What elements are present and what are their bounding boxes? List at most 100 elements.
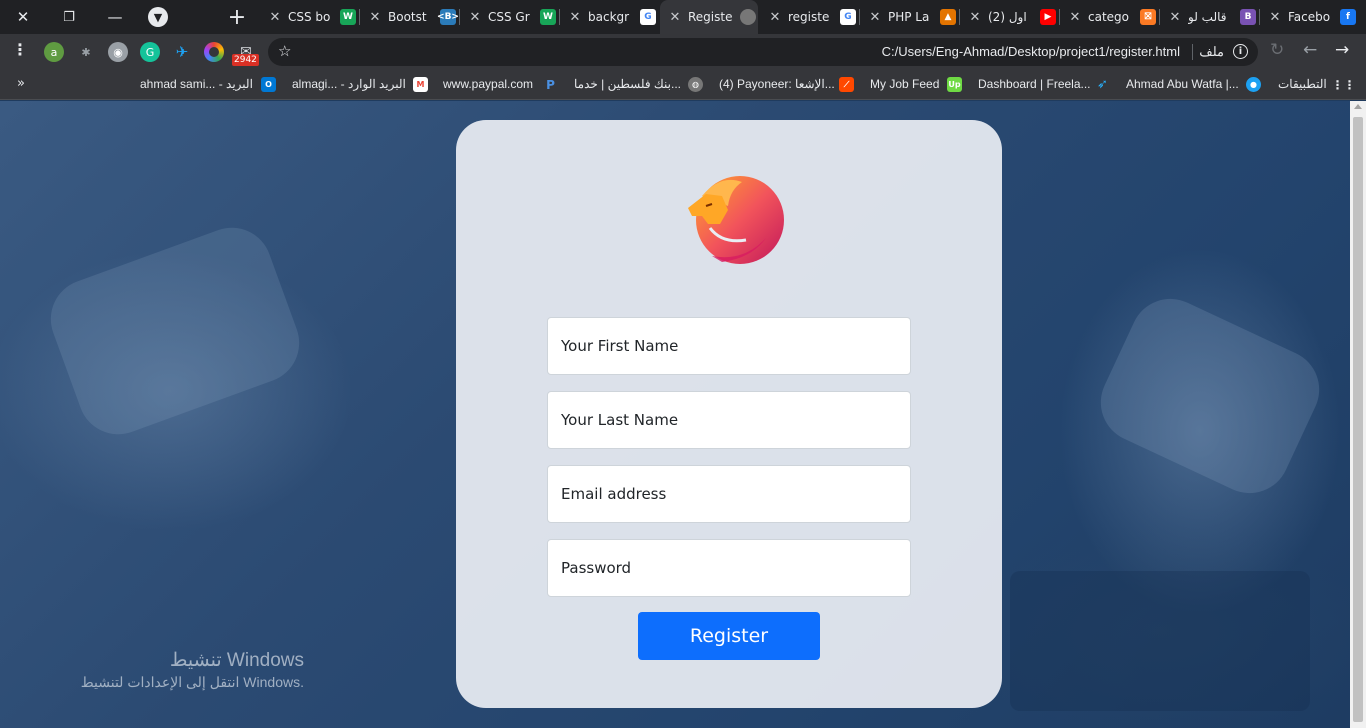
tab-close-icon[interactable]: ✕	[1066, 10, 1084, 25]
browser-toolbar: ⋮ a ✱ ◉ G ✈ ✉ 2942 ☆ C:/Users/Eng-Ahmad/…	[0, 34, 1366, 70]
tab-close-icon[interactable]: ✕	[966, 10, 984, 25]
tab-title: Registe	[688, 10, 732, 24]
tab-separator	[459, 9, 460, 25]
lion-logo-icon	[688, 176, 784, 264]
screenshot-extension-icon[interactable]: ◉	[108, 42, 128, 62]
bookmark-gmail[interactable]: almagi... - البريد الوارد	[292, 77, 406, 91]
first-name-input[interactable]	[547, 317, 911, 375]
password-input[interactable]	[547, 539, 911, 597]
bookmark-freelancer[interactable]: Dashboard | Freela...	[978, 77, 1091, 91]
mail-count-badge: 2942	[232, 54, 259, 66]
tab-close-icon[interactable]: ✕	[1166, 10, 1184, 25]
tab-favicon-icon: B	[1240, 9, 1256, 25]
bookmark-payoneer[interactable]: (4) Payoneer: الإشعا...	[719, 77, 835, 91]
tab-title: PHP La	[888, 10, 930, 24]
circle-site-icon: ●	[1246, 77, 1261, 92]
tab-title: registe	[788, 10, 830, 24]
tab-close-icon[interactable]: ✕	[466, 10, 484, 25]
browser-tab[interactable]: ✕ registe G	[760, 0, 858, 34]
tab-title: (2) اول	[988, 10, 1027, 24]
bookmark-job-feed[interactable]: My Job Feed	[870, 77, 939, 91]
browser-tab[interactable]: ✕ (2) اول ▶	[960, 0, 1058, 34]
tab-close-icon[interactable]: ✕	[866, 10, 884, 25]
new-tab-button[interactable]: +	[224, 4, 250, 30]
window-close-icon[interactable]: ✕	[0, 0, 46, 34]
upwork-icon: Up	[947, 77, 962, 92]
background-tablet-shape	[1010, 571, 1310, 711]
email-input[interactable]	[547, 465, 911, 523]
color-picker-extension-icon[interactable]	[204, 42, 224, 62]
scroll-up-arrow-icon[interactable]	[1354, 104, 1362, 109]
outlook-icon: O	[261, 77, 276, 92]
tab-title: قالب لو	[1188, 10, 1227, 24]
tab-separator	[559, 9, 560, 25]
tab-close-icon[interactable]: ✕	[366, 10, 384, 25]
browser-tab[interactable]: ✕ CSS bo W	[260, 0, 358, 34]
tab-separator	[1059, 9, 1060, 25]
forward-arrow-icon[interactable]: →	[1335, 40, 1349, 60]
tab-favicon-icon: G	[840, 9, 856, 25]
bookmark-profile[interactable]: Ahmad Abu Watfa |...	[1126, 77, 1239, 91]
tab-favicon-icon	[740, 9, 756, 25]
windows-activation-watermark: تنشيط Windows انتقل إلى الإعدادات لتنشيط…	[0, 649, 304, 691]
globe-icon: ◍	[688, 77, 703, 92]
tab-title: CSS Gr	[488, 10, 530, 24]
register-button[interactable]: Register	[638, 612, 820, 660]
bookmark-star-icon[interactable]: ☆	[278, 42, 291, 60]
gmail-icon: M	[413, 77, 428, 92]
tab-close-icon[interactable]: ✕	[266, 10, 284, 25]
tab-close-icon[interactable]: ✕	[766, 10, 784, 25]
bookmark-apps[interactable]: التطبيقات	[1278, 77, 1327, 91]
browser-tab[interactable]: ✕ قالب لو B	[1160, 0, 1258, 34]
register-card: Register	[456, 120, 1002, 708]
bookmarks-bar: » ahmad sami... - البريد O almagi... - ا…	[0, 70, 1366, 100]
reload-icon[interactable]: ↻	[1270, 40, 1284, 60]
browser-tab-strip: ✕ ❐ — ▼ + ✕ CSS bo W ✕ Bootst <B> ✕ CSS Gr W ✕ bac…	[0, 0, 1366, 34]
tab-favicon-icon: G	[640, 9, 656, 25]
tab-favicon-icon: ⛝	[1140, 9, 1156, 25]
browser-menu-icon[interactable]: ⋮	[12, 40, 28, 59]
window-minimize-icon[interactable]: —	[92, 0, 138, 34]
site-info-icon[interactable]: i	[1233, 44, 1248, 59]
extension-arrow-icon[interactable]: ✈	[172, 42, 192, 62]
tab-title: CSS bo	[288, 10, 331, 24]
tab-close-icon[interactable]: ✕	[1266, 10, 1284, 25]
apps-grid-icon: ⋮⋮	[1331, 77, 1356, 92]
tab-close-icon[interactable]: ✕	[666, 10, 684, 25]
last-name-input[interactable]	[547, 391, 911, 449]
bookmark-bank[interactable]: بنك فلسطين | خدما...	[574, 77, 681, 91]
browser-tab[interactable]: ✕ PHP La ▲	[860, 0, 958, 34]
more-bookmarks-icon[interactable]: »	[17, 76, 25, 91]
vertical-scrollbar[interactable]	[1350, 101, 1366, 728]
browser-tab[interactable]: ✕ Facebo f	[1260, 0, 1358, 34]
tab-separator	[1159, 9, 1160, 25]
address-bar[interactable]: ☆ C:/Users/Eng-Ahmad/Desktop/project1/re…	[268, 38, 1258, 66]
browser-tab[interactable]: ✕ Bootst <B>	[360, 0, 458, 34]
freelancer-icon: ➶	[1097, 77, 1108, 92]
back-arrow-icon[interactable]: ←	[1303, 40, 1317, 60]
url-text[interactable]: C:/Users/Eng-Ahmad/Desktop/project1/regi…	[882, 44, 1180, 59]
paypal-icon: P	[546, 77, 555, 92]
tab-favicon-icon: <B>	[437, 9, 458, 25]
profile-avatar-icon[interactable]: a	[44, 42, 64, 62]
activation-title: تنشيط Windows	[169, 650, 304, 671]
browser-tab[interactable]: ✕ Registe	[660, 0, 758, 34]
bookmark-outlook[interactable]: ahmad sami... - البريد	[140, 77, 253, 91]
window-restore-icon[interactable]: ❐	[46, 0, 92, 34]
grammarly-icon[interactable]: G	[140, 42, 160, 62]
activation-subtitle: انتقل إلى الإعدادات لتنشيط Windows.	[80, 674, 304, 690]
scrollbar-thumb[interactable]	[1353, 117, 1363, 722]
browser-tab[interactable]: ✕ catego ⛝	[1060, 0, 1158, 34]
tab-search-icon[interactable]: ▼	[148, 7, 168, 27]
tab-close-icon[interactable]: ✕	[566, 10, 584, 25]
tab-title: catego	[1088, 10, 1129, 24]
tab-separator	[1259, 9, 1260, 25]
browser-tab[interactable]: ✕ CSS Gr W	[460, 0, 558, 34]
tab-favicon-icon: W	[340, 9, 356, 25]
browser-tab[interactable]: ✕ backgr G	[560, 0, 658, 34]
background-hand-shape-right	[1087, 285, 1333, 507]
extension-puzzle-icon[interactable]: ✱	[76, 42, 96, 62]
tab-separator	[959, 9, 960, 25]
tab-favicon-icon: ▲	[940, 9, 956, 25]
bookmark-paypal[interactable]: www.paypal.com	[443, 77, 533, 91]
